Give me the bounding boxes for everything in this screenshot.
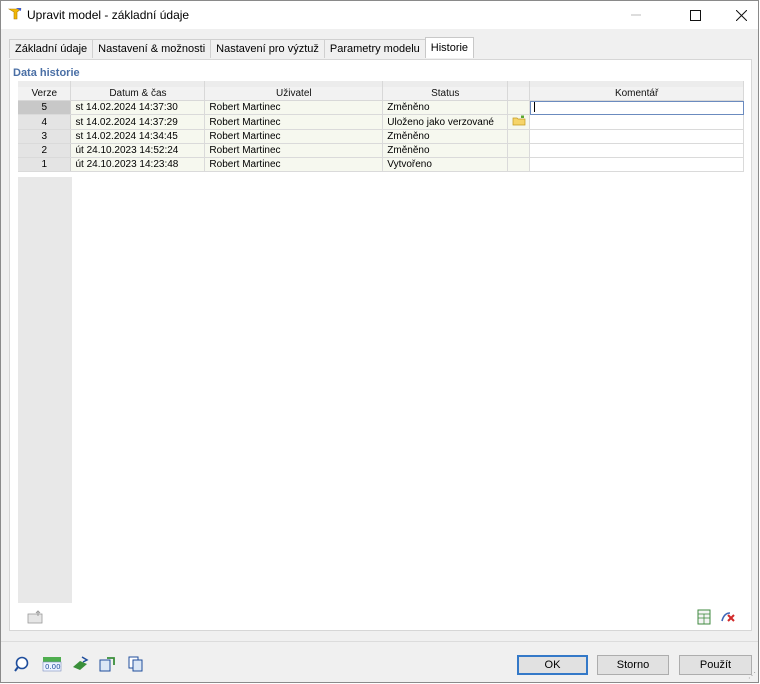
minimize-button[interactable] xyxy=(613,1,659,29)
row-version[interactable]: 1 xyxy=(18,157,72,172)
model-icon xyxy=(99,657,115,672)
svg-text:0.00: 0.00 xyxy=(45,663,61,671)
section-title: Data historie xyxy=(13,67,80,79)
row-header-strip xyxy=(18,177,72,603)
tab-nastaveni-vyztuz[interactable]: Nastavení pro výztuž xyxy=(210,39,325,58)
row-user[interactable]: Robert Martinec xyxy=(204,100,384,115)
row-icon-cell[interactable] xyxy=(507,157,531,172)
copy-button[interactable] xyxy=(127,655,145,673)
units-button[interactable]: 0.00 xyxy=(42,655,62,673)
comment-input[interactable] xyxy=(529,114,744,130)
search-icon xyxy=(14,656,29,672)
row-datetime[interactable]: st 14.02.2024 14:34:45 xyxy=(70,129,206,144)
comment-input[interactable] xyxy=(529,157,744,172)
table-row[interactable]: 5 st 14.02.2024 14:37:30 Robert Martinec… xyxy=(18,100,744,115)
table-row[interactable]: 2 út 24.10.2023 14:52:24 Robert Martinec… xyxy=(18,143,744,158)
tab-zakladni-udaje[interactable]: Základní údaje xyxy=(9,39,94,58)
row-datetime[interactable]: út 24.10.2023 14:52:24 xyxy=(70,143,206,158)
table-row[interactable]: 4 st 14.02.2024 14:37:29 Robert Martinec… xyxy=(18,114,744,130)
row-datetime[interactable]: út 24.10.2023 14:23:48 xyxy=(70,157,206,172)
rotate-button[interactable] xyxy=(71,655,89,673)
tab-strip: Základní údaje Nastavení & možnosti Nast… xyxy=(9,37,475,59)
comment-input[interactable] xyxy=(529,100,744,115)
row-icon-cell[interactable] xyxy=(507,114,531,130)
row-status[interactable]: Uloženo jako verzované xyxy=(382,114,509,130)
ok-button[interactable]: OK xyxy=(517,655,588,675)
footer-separator xyxy=(1,641,758,642)
folder-icon[interactable] xyxy=(512,115,526,126)
row-version[interactable]: 2 xyxy=(18,143,72,158)
comment-input[interactable] xyxy=(529,129,744,144)
cancel-button[interactable]: Storno xyxy=(597,655,669,675)
apply-button[interactable]: Použít xyxy=(679,655,752,675)
tab-nastaveni-moznosti[interactable]: Nastavení & možnosti xyxy=(92,39,212,58)
row-version[interactable]: 4 xyxy=(18,114,72,130)
rotate-icon xyxy=(73,656,89,670)
history-table-wrap: Verze Datum & čas Uživatel Status Koment… xyxy=(18,81,744,172)
row-version[interactable]: 5 xyxy=(18,100,72,115)
comment-input[interactable] xyxy=(529,143,744,158)
model-button[interactable] xyxy=(98,655,116,673)
close-button[interactable] xyxy=(718,1,760,29)
column-header-status[interactable]: Status xyxy=(382,87,509,101)
row-status[interactable]: Změněno xyxy=(382,143,509,158)
maximize-button[interactable] xyxy=(672,1,718,29)
row-user[interactable]: Robert Martinec xyxy=(204,114,384,130)
row-icon-cell[interactable] xyxy=(507,100,531,115)
column-header-icon[interactable] xyxy=(507,87,531,101)
delete-icon xyxy=(721,612,735,622)
export-icon xyxy=(27,610,43,624)
row-status[interactable]: Změněno xyxy=(382,100,509,115)
row-status[interactable]: Změněno xyxy=(382,129,509,144)
window-title: Upravit model - základní údaje xyxy=(27,8,190,22)
tab-historie[interactable]: Historie xyxy=(424,37,475,58)
row-icon-cell[interactable] xyxy=(507,129,531,144)
search-button[interactable] xyxy=(13,655,31,673)
table-row[interactable]: 3 st 14.02.2024 14:34:45 Robert Martinec… xyxy=(18,129,744,144)
row-user[interactable]: Robert Martinec xyxy=(204,143,384,158)
table-icon xyxy=(697,609,711,625)
dialog-window: Upravit model - základní údaje Základní … xyxy=(0,0,759,683)
row-user[interactable]: Robert Martinec xyxy=(204,129,384,144)
row-version[interactable]: 3 xyxy=(18,129,72,144)
column-header-datum[interactable]: Datum & čas xyxy=(70,87,206,101)
history-table: Verze Datum & čas Uživatel Status Koment… xyxy=(18,81,744,172)
table-button[interactable] xyxy=(693,607,715,627)
delete-button[interactable] xyxy=(717,607,739,627)
column-header-uzivatel[interactable]: Uživatel xyxy=(204,87,384,101)
units-icon: 0.00 xyxy=(42,657,62,672)
title-bar: Upravit model - základní údaje xyxy=(1,1,758,29)
row-icon-cell[interactable] xyxy=(507,143,531,158)
row-user[interactable]: Robert Martinec xyxy=(204,157,384,172)
tab-parametry-modelu[interactable]: Parametry modelu xyxy=(323,39,426,58)
table-row[interactable]: 1 út 24.10.2023 14:23:48 Robert Martinec… xyxy=(18,157,744,172)
column-header-komentar[interactable]: Komentář xyxy=(529,87,744,101)
row-status[interactable]: Vytvořeno xyxy=(382,157,509,172)
row-datetime[interactable]: st 14.02.2024 14:37:29 xyxy=(70,114,206,130)
resize-grip[interactable]: ⋰ xyxy=(748,671,756,680)
column-header-verze[interactable]: Verze xyxy=(18,87,72,101)
copy-icon xyxy=(128,656,143,672)
row-datetime[interactable]: st 14.02.2024 14:37:30 xyxy=(70,100,206,115)
app-icon xyxy=(8,8,22,20)
text-caret xyxy=(534,102,536,113)
export-button[interactable] xyxy=(24,607,46,627)
